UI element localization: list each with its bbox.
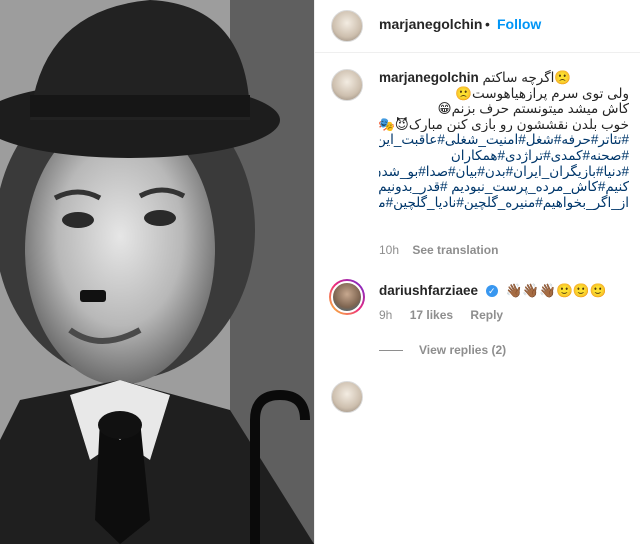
- post-caption: marjanegolchin اگرچه ساکتم🙁 ولی توی سرم …: [379, 70, 629, 210]
- comment-line: dariushfarziaee ✓ 👋🏾👋🏾👋🏾🙂🙂🙂: [379, 283, 606, 299]
- caption-hashtags-2[interactable]: #صحنه#کمدی#تراژدی#همکاران: [379, 148, 629, 164]
- verified-badge-icon: ✓: [485, 285, 498, 298]
- caption-hashtags-1[interactable]: #تئاتر#حرفه#شغل#امنیت_شغلی#عاقبت_این_کار…: [379, 132, 629, 148]
- separator-dot: •: [485, 16, 490, 32]
- caption-hashtags-3[interactable]: #دنیا#بازیگران_ایران#بدن#بیان#صدا#بو_شدن…: [379, 164, 629, 180]
- caption-hashtags-5[interactable]: از_اگر_بخواهیم#منیره_گلچین#نادیا_گلچین#م…: [379, 195, 629, 211]
- comment-text: 👋🏾👋🏾👋🏾🙂🙂🙂: [505, 283, 607, 298]
- caption-line-2: ولی توی سرم پرازهیاهوست🙁: [455, 85, 629, 101]
- comment-time[interactable]: 9h: [379, 308, 392, 322]
- caption-line-1: اگرچه ساکتم🙁: [482, 70, 572, 85]
- caption-time[interactable]: 10h: [379, 243, 399, 257]
- replies-divider: [379, 350, 403, 352]
- caption-line-3: کاش میشد میتونستم حرف بزنم😁: [437, 101, 629, 117]
- commenter-username[interactable]: dariushfarziaee: [379, 283, 478, 298]
- caption-meta: 10h See translation: [379, 243, 508, 257]
- post-side-panel: marjanegolchin • Follow marjanegolchin ا…: [314, 0, 640, 544]
- view-replies-button[interactable]: View replies (2): [379, 343, 506, 357]
- follow-button[interactable]: Follow: [497, 16, 541, 32]
- commenter-avatar[interactable]: [329, 279, 365, 315]
- comment-likes[interactable]: 17 likes: [410, 308, 453, 322]
- caption-line-4: خوب بلدن نقششون رو بازی کنن مبارک😈🎭😈: [379, 116, 629, 132]
- reply-button[interactable]: Reply: [470, 308, 503, 322]
- caption-avatar[interactable]: [331, 69, 363, 101]
- caption-hashtags-4[interactable]: کنیم#کاش_مرده_پرست_نبودیم #قدر_بدونیم#پی…: [379, 179, 629, 195]
- post-photo[interactable]: [0, 0, 314, 544]
- author-avatar[interactable]: [331, 10, 363, 42]
- post-header: marjanegolchin • Follow: [315, 0, 640, 53]
- caption-username[interactable]: marjanegolchin: [379, 70, 479, 85]
- view-replies-label: View replies (2): [419, 343, 507, 357]
- author-username[interactable]: marjanegolchin: [379, 16, 482, 32]
- see-translation-button[interactable]: See translation: [412, 243, 498, 257]
- next-comment-avatar[interactable]: [331, 381, 363, 413]
- comment-meta: 9h 17 likes Reply: [379, 308, 517, 322]
- photo-illustration: [0, 0, 314, 544]
